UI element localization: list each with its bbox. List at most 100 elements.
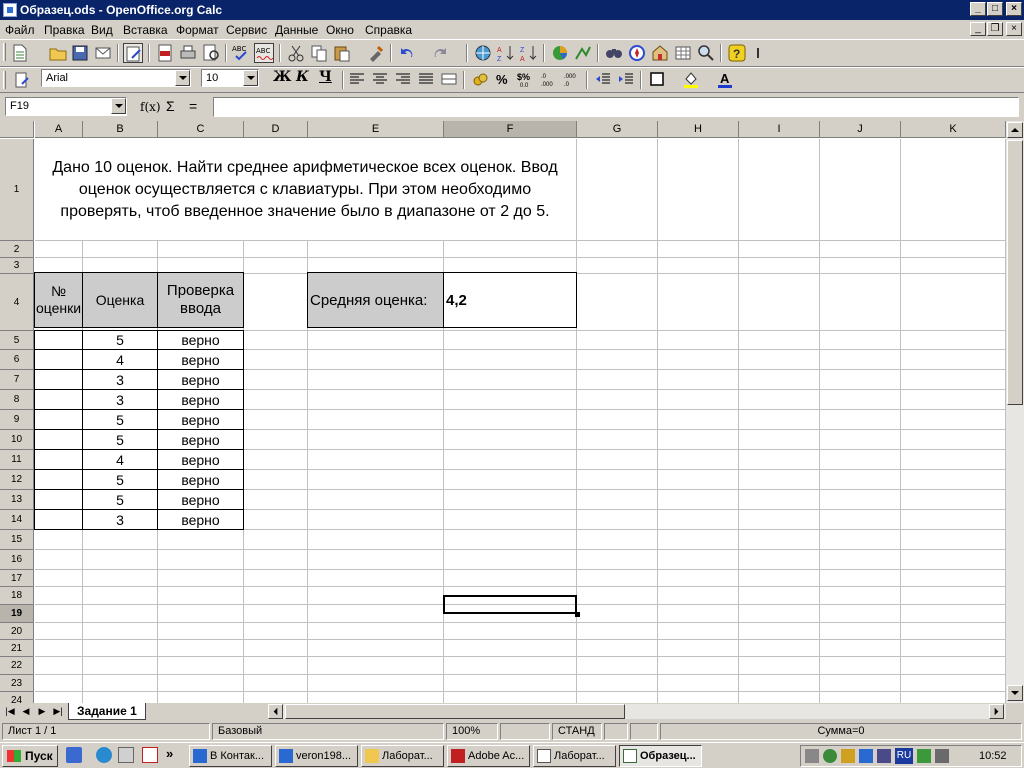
italic-button[interactable]: К xyxy=(296,69,309,85)
column-header-h[interactable]: H xyxy=(658,121,739,138)
input-check-cell[interactable]: верно xyxy=(157,509,244,530)
row-header-23[interactable]: 23 xyxy=(0,675,34,692)
close-button[interactable]: × xyxy=(1006,2,1022,16)
menu-data[interactable]: Данные xyxy=(275,23,318,37)
chevron-down-icon[interactable] xyxy=(243,70,258,86)
name-box[interactable]: F19 xyxy=(5,97,127,116)
input-check-cell[interactable]: верно xyxy=(157,469,244,490)
scroll-right-arrow-icon[interactable] xyxy=(989,704,1004,719)
input-check-cell[interactable]: верно xyxy=(157,330,244,350)
grade-cell[interactable]: 5 xyxy=(82,409,158,430)
last-sheet-icon[interactable]: ▶| xyxy=(51,704,65,718)
grade-cell[interactable]: 3 xyxy=(82,509,158,530)
grade-cell[interactable]: 4 xyxy=(82,449,158,470)
row-header-18[interactable]: 18 xyxy=(0,587,34,605)
tray-app-icon[interactable] xyxy=(935,749,949,763)
column-header-g[interactable]: G xyxy=(577,121,658,138)
data-sources-icon[interactable] xyxy=(673,43,693,63)
sheet-tab-active[interactable]: Задание 1 xyxy=(68,703,146,720)
task-lab-document[interactable]: Лаборат... xyxy=(533,745,616,767)
scroll-down-arrow-icon[interactable] xyxy=(1007,685,1023,701)
justify-icon[interactable] xyxy=(416,69,436,89)
selected-cell-cursor[interactable] xyxy=(443,595,577,614)
header-grade[interactable]: Оценка xyxy=(82,272,158,328)
delete-decimal-icon[interactable]: .000 .0 xyxy=(562,69,582,89)
increase-indent-icon[interactable] xyxy=(616,69,636,89)
borders-icon[interactable] xyxy=(647,69,667,89)
input-check-cell[interactable]: верно xyxy=(157,429,244,450)
print-icon[interactable] xyxy=(178,43,198,63)
row-header-20[interactable]: 20 xyxy=(0,623,34,640)
header-grade-number[interactable]: № оценки xyxy=(34,272,83,328)
task-veron[interactable]: veron198... xyxy=(275,745,358,767)
quicklaunch-ie-icon[interactable] xyxy=(96,747,112,763)
menu-edit[interactable]: Правка xyxy=(44,23,85,37)
copy-icon[interactable] xyxy=(309,43,329,63)
menu-format[interactable]: Формат xyxy=(176,23,219,37)
task-description[interactable]: Дано 10 оценок. Найти среднее арифметиче… xyxy=(35,139,575,240)
column-header-c[interactable]: C xyxy=(158,121,244,138)
row-header-6[interactable]: 6 xyxy=(0,350,34,370)
export-pdf-icon[interactable] xyxy=(155,43,175,63)
row-header-2[interactable]: 2 xyxy=(0,241,34,258)
input-check-cell[interactable]: верно xyxy=(157,369,244,390)
column-header-e[interactable]: E xyxy=(308,121,444,138)
scroll-left-arrow-icon[interactable] xyxy=(268,704,283,719)
task-calc-active[interactable]: Образец... xyxy=(619,745,702,767)
input-check-cell[interactable]: верно xyxy=(157,409,244,430)
menu-file[interactable]: Файл xyxy=(5,23,35,37)
row-header-7[interactable]: 7 xyxy=(0,370,34,390)
align-left-icon[interactable] xyxy=(347,69,367,89)
navigator-icon[interactable] xyxy=(627,43,647,63)
quicklaunch-overflow-icon[interactable]: » xyxy=(166,746,173,761)
quicklaunch-desktop-icon[interactable] xyxy=(118,747,134,763)
menu-view[interactable]: Вид xyxy=(91,23,113,37)
toolbar-grip[interactable] xyxy=(3,71,6,89)
function-button[interactable]: = xyxy=(189,98,197,114)
background-color-icon[interactable] xyxy=(681,69,701,89)
grade-cell[interactable]: 5 xyxy=(82,429,158,450)
column-header-i[interactable]: I xyxy=(739,121,820,138)
open-folder-icon[interactable] xyxy=(48,43,68,63)
underline-button[interactable]: Ч xyxy=(319,69,332,85)
toolbar-overflow-icon[interactable] xyxy=(755,44,761,62)
horizontal-scroll-thumb[interactable] xyxy=(285,704,625,719)
zoom-icon[interactable] xyxy=(696,43,716,63)
menu-help[interactable]: Справка xyxy=(365,23,412,37)
chevron-down-icon[interactable] xyxy=(175,70,190,86)
task-folder-lab[interactable]: Лаборат... xyxy=(361,745,444,767)
menu-insert[interactable]: Вставка xyxy=(123,23,168,37)
bold-button[interactable]: Ж xyxy=(273,69,291,85)
column-header-d[interactable]: D xyxy=(244,121,308,138)
task-vkontakte[interactable]: В Контак... xyxy=(189,745,272,767)
select-all-corner[interactable] xyxy=(0,121,34,138)
row-header-10[interactable]: 10 xyxy=(0,430,34,450)
align-right-icon[interactable] xyxy=(393,69,413,89)
grade-cell[interactable]: 5 xyxy=(82,489,158,510)
toolbar-grip[interactable] xyxy=(3,43,6,61)
average-label[interactable]: Средняя оценка: xyxy=(307,272,444,328)
paste-icon[interactable] xyxy=(332,43,352,63)
average-value[interactable]: 4,2 xyxy=(443,272,577,328)
cut-icon[interactable] xyxy=(286,43,306,63)
grade-cell[interactable]: 3 xyxy=(82,389,158,410)
input-check-cell[interactable]: верно xyxy=(157,389,244,410)
row-header-21[interactable]: 21 xyxy=(0,640,34,657)
help-icon[interactable]: ? xyxy=(727,43,747,63)
decrease-indent-icon[interactable] xyxy=(593,69,613,89)
row-header-15[interactable]: 15 xyxy=(0,530,34,550)
doc-minimize-button[interactable]: _ xyxy=(970,22,986,36)
previous-sheet-icon[interactable]: ◀ xyxy=(19,704,33,718)
undo-icon[interactable] xyxy=(397,43,417,63)
column-header-b[interactable]: B xyxy=(83,121,158,138)
sum-button[interactable]: Σ xyxy=(166,98,175,114)
fill-handle[interactable] xyxy=(575,612,580,617)
print-preview-icon[interactable] xyxy=(201,43,221,63)
formula-input[interactable] xyxy=(213,97,1019,117)
header-input-check[interactable]: Проверка ввода xyxy=(157,272,244,328)
scroll-up-arrow-icon[interactable] xyxy=(1007,122,1023,138)
gallery-icon[interactable] xyxy=(650,43,670,63)
sort-ascending-icon[interactable]: AZ xyxy=(496,43,516,63)
menu-tools[interactable]: Сервис xyxy=(226,23,267,37)
redo-icon[interactable] xyxy=(430,43,450,63)
